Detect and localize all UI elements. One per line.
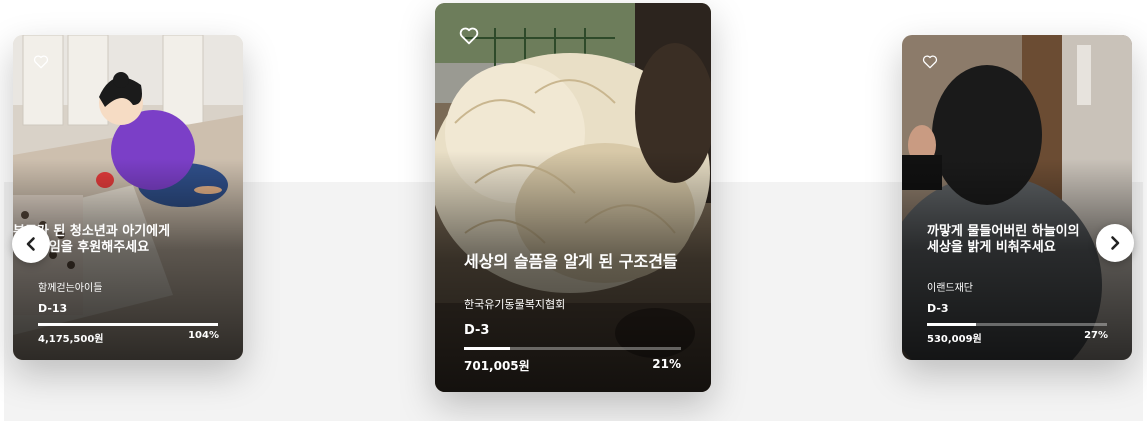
campaign-dday: D-3 (464, 323, 490, 338)
campaign-organization: 이랜드재단 (927, 283, 973, 294)
progress-bar-track (927, 323, 1107, 326)
heart-outline-icon[interactable] (922, 55, 938, 72)
campaign-card-left[interactable]: 부모가 된 청소년과 아기에게 든든타임을 후원해주세요 함께걷는아이들 D-1… (13, 35, 243, 360)
funding-percent: 21% (652, 357, 681, 371)
raised-amount: 4,175,500원 (38, 334, 104, 345)
funding-percent: 27% (1084, 330, 1108, 341)
raised-amount: 530,009원 (927, 334, 982, 345)
progress-bar-track (38, 323, 218, 326)
funding-percent: 104% (188, 330, 219, 341)
campaign-card-right[interactable]: 까맣게 물들어버린 하늘이의 세상을 밝게 비춰주세요 이랜드재단 D-3 53… (902, 35, 1132, 360)
progress-bar-fill (927, 323, 976, 326)
chevron-right-icon (1111, 236, 1120, 250)
campaign-title: 세상의 슬픔을 알게 된 구조견들 (464, 252, 678, 271)
campaign-dday: D-3 (927, 302, 949, 315)
progress-bar-fill (38, 323, 218, 326)
campaign-dday: D-13 (38, 302, 68, 315)
progress-bar-fill (464, 347, 510, 350)
campaign-organization: 함께걷는아이들 (38, 283, 103, 294)
carousel-prev-button[interactable] (12, 225, 50, 263)
chevron-left-icon (26, 237, 35, 251)
carousel-next-button[interactable] (1096, 224, 1134, 262)
campaign-organization: 한국유기동물복지협회 (464, 298, 566, 311)
progress-bar-track (464, 347, 681, 350)
campaign-title: 까맣게 물들어버린 하늘이의 세상을 밝게 비춰주세요 (927, 224, 1080, 256)
heart-outline-icon[interactable] (459, 27, 479, 48)
raised-amount: 701,005원 (464, 359, 530, 373)
campaign-card-center[interactable]: 세상의 슬픔을 알게 된 구조견들 한국유기동물복지협회 D-3 701,005… (435, 3, 711, 392)
heart-outline-icon[interactable] (33, 55, 49, 72)
